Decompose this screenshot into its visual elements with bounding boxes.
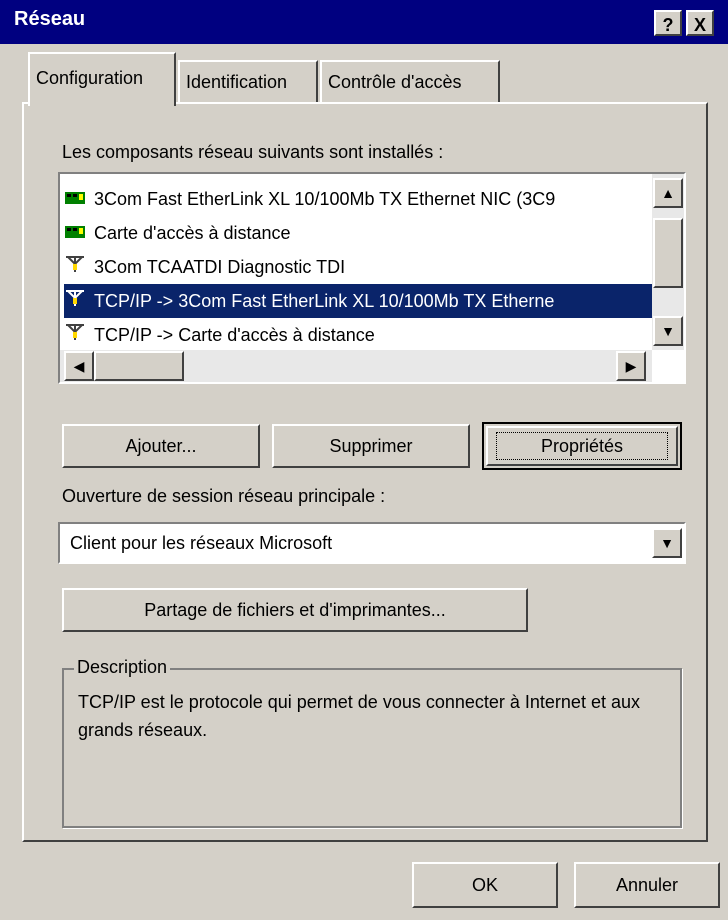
tab-configuration-label: Configuration (36, 68, 144, 88)
network-card-icon (64, 217, 94, 250)
properties-button-label: Propriétés (540, 436, 624, 456)
file-print-sharing-button[interactable]: Partage de fichiers et d'imprimantes... (62, 588, 528, 632)
protocol-icon (64, 319, 94, 352)
tab-access-control-label: Contrôle d'accès (328, 72, 462, 92)
description-text: TCP/IP est le protocole qui permet de vo… (78, 692, 640, 740)
tab-identification[interactable]: Identification (178, 60, 318, 104)
chevron-down-icon[interactable]: ▼ (652, 528, 682, 558)
ok-button[interactable]: OK (412, 862, 558, 908)
description-label: Description (74, 657, 171, 678)
scroll-right-icon[interactable]: ▶ (616, 351, 646, 381)
properties-button[interactable]: Propriétés (482, 422, 682, 470)
list-item[interactable]: Carte d'accès à distance (64, 216, 652, 250)
list-item[interactable]: 3Com TCAATDI Diagnostic TDI (64, 250, 652, 284)
close-button[interactable]: X (686, 10, 714, 36)
scroll-thumb[interactable] (653, 218, 683, 288)
horizontal-scrollbar[interactable]: ◀ ▶ (60, 350, 652, 382)
scroll-up-icon[interactable]: ▲ (653, 178, 683, 208)
help-button[interactable]: ? (654, 10, 682, 36)
scroll-down-icon[interactable]: ▼ (653, 316, 683, 346)
network-card-icon (64, 183, 94, 216)
list-item[interactable]: TCP/IP -> Carte d'accès à distance (64, 318, 652, 352)
logon-label: Ouverture de session réseau principale : (62, 486, 386, 506)
tab-access-control[interactable]: Contrôle d'accès (320, 60, 500, 104)
remove-button[interactable]: Supprimer (272, 424, 470, 468)
tab-configuration[interactable]: Configuration (28, 52, 176, 106)
window-title: Réseau (14, 8, 86, 30)
scroll-left-icon[interactable]: ◀ (64, 351, 94, 381)
protocol-icon (64, 251, 94, 284)
logon-select-value: Client pour les réseaux Microsoft (70, 533, 333, 553)
list-item-selected[interactable]: TCP/IP -> 3Com Fast EtherLink XL 10/100M… (64, 284, 652, 318)
components-list[interactable]: 3Com Fast EtherLink XL 10/100Mb TX Ether… (58, 172, 686, 384)
add-button[interactable]: Ajouter... (62, 424, 260, 468)
title-bar: Réseau ? X (0, 0, 728, 44)
protocol-icon (64, 285, 94, 318)
list-item[interactable]: 3Com Fast EtherLink XL 10/100Mb TX Ether… (64, 182, 652, 216)
vertical-scrollbar[interactable]: ▲ ▼ (652, 174, 684, 350)
logon-select[interactable]: Client pour les réseaux Microsoft ▼ (58, 522, 686, 564)
components-label: Les composants réseau suivants sont inst… (62, 142, 444, 162)
tab-identification-label: Identification (186, 72, 288, 92)
cancel-button[interactable]: Annuler (574, 862, 720, 908)
scroll-h-thumb[interactable] (94, 351, 184, 381)
